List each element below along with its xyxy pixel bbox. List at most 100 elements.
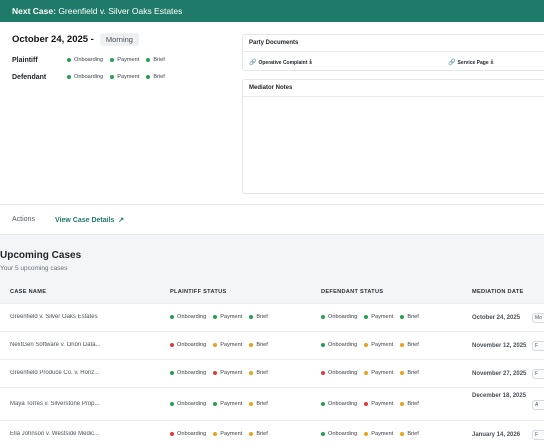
status-label: Onboarding <box>177 370 207 376</box>
status-label: Onboarding <box>177 314 207 320</box>
session-badge: F <box>532 369 544 379</box>
status-indicator: Brief <box>400 401 419 407</box>
session-badge: F <box>532 341 544 351</box>
status-indicator: Brief <box>146 74 165 80</box>
plaintiff-status-cell: Onboarding Payment Brief <box>170 431 275 438</box>
status-label: Brief <box>256 370 268 376</box>
party-documents-title: Party Documents <box>243 35 544 52</box>
view-case-details-link[interactable]: View Case Details ↗ <box>55 216 124 224</box>
status-dot-icon <box>400 343 405 347</box>
case-name-cell[interactable]: Ella Johnson v. Westside Medic... <box>10 431 170 437</box>
defendant-status-row: Defendant Onboarding Payment Brief <box>12 74 172 81</box>
status-dot-icon <box>364 343 369 347</box>
defendant-label: Defendant <box>12 74 47 81</box>
status-label: Payment <box>220 314 243 320</box>
service-page-link[interactable]: 🔗 Service Page ⤓ <box>448 59 493 66</box>
status-dot-icon <box>170 402 174 406</box>
mediator-notes-area[interactable] <box>243 97 544 192</box>
status-dot-icon <box>213 402 218 406</box>
case-name-cell[interactable]: Maya Torres v. Silverstone Prop... <box>10 401 170 407</box>
mediation-date-cell: November 12, 2025 <box>472 343 527 349</box>
column-header-mediation-date[interactable]: MEDIATION DATE <box>472 289 524 295</box>
status-indicator: Brief <box>249 314 268 320</box>
table-row[interactable]: Greenfield v. Silver Oaks Estates Onboard… <box>0 303 544 331</box>
plaintiff-status-cell: Onboarding Payment Brief <box>170 314 275 321</box>
status-indicator: Onboarding <box>170 431 206 437</box>
status-indicator: Onboarding <box>321 401 357 407</box>
status-dot-icon <box>146 75 151 79</box>
defendant-status-cell: Onboarding Payment Brief <box>321 314 426 321</box>
next-case-card: October 24, 2025 - Morning Plaintiff Onb… <box>0 22 544 235</box>
case-name-cell[interactable]: NextGen Software v. Orion Data... <box>10 342 170 348</box>
plaintiff-status-list: Onboarding Payment Brief <box>67 57 172 64</box>
external-arrow-icon: ↗ <box>116 217 125 224</box>
download-icon[interactable]: ⤓ <box>491 59 494 66</box>
operative-complaint-link[interactable]: 🔗 Operative Complaint ⤓ <box>249 59 312 66</box>
plaintiff-status-cell: Onboarding Payment Brief <box>170 342 275 349</box>
defendant-status-list: Onboarding Payment Brief <box>67 74 172 81</box>
status-dot-icon <box>249 432 254 436</box>
session-badge: Morning <box>99 33 139 46</box>
status-indicator: Onboarding <box>321 370 357 376</box>
mediator-notes-title: Mediator Notes <box>243 80 544 97</box>
status-dot-icon <box>249 343 254 347</box>
status-dot-icon <box>400 432 405 436</box>
mediation-date-cell: December 18, 2025 <box>472 393 527 399</box>
column-header-defendant-status[interactable]: DEFENDANT STATUS <box>321 289 383 295</box>
status-indicator: Payment <box>364 401 393 407</box>
mediation-date-cell: October 24, 2025 <box>472 315 521 321</box>
case-name-cell[interactable]: Greenfield Produce Co. v. Horiz... <box>10 370 170 376</box>
defendant-status-cell: Onboarding Payment Brief <box>321 342 426 349</box>
table-row[interactable]: Ella Johnson v. Westside Medic... Onboard… <box>0 420 544 448</box>
status-indicator: Payment <box>110 57 139 63</box>
plaintiff-status-cell: Onboarding Payment Brief <box>170 370 275 377</box>
document-label: Service Page <box>457 59 489 66</box>
next-case-header: Next Case: Greenfield v. Silver Oaks Est… <box>0 0 544 22</box>
mediation-date-cell: November 27, 2025 <box>472 371 527 377</box>
status-dot-icon <box>170 432 174 436</box>
table-row[interactable]: Greenfield Produce Co. v. Horiz... Onboar… <box>0 359 544 387</box>
status-indicator: Onboarding <box>67 57 103 63</box>
status-indicator: Payment <box>110 74 139 80</box>
status-label: Brief <box>407 370 419 376</box>
status-indicator: Brief <box>249 342 268 348</box>
status-label: Payment <box>220 342 243 348</box>
status-label: Onboarding <box>328 370 358 376</box>
status-label: Onboarding <box>177 401 207 407</box>
link-icon: 🔗 <box>448 60 456 66</box>
session-badge: A <box>532 400 544 410</box>
status-indicator: Payment <box>364 314 393 320</box>
status-indicator: Payment <box>213 370 242 376</box>
status-indicator: Onboarding <box>67 74 103 80</box>
status-dot-icon <box>321 315 325 319</box>
status-indicator: Onboarding <box>170 342 206 348</box>
status-label: Brief <box>256 314 268 320</box>
upcoming-cases-title: Upcoming Cases <box>0 250 82 261</box>
status-indicator: Brief <box>400 431 419 437</box>
case-name-cell[interactable]: Greenfield v. Silver Oaks Estates <box>10 314 170 320</box>
status-dot-icon <box>110 75 115 79</box>
status-dot-icon <box>67 58 71 62</box>
mediation-date-cell: January 14, 2026 <box>472 432 521 438</box>
status-label: Onboarding <box>328 342 358 348</box>
plaintiff-status-row: Plaintiff Onboarding Payment Brief <box>12 57 172 64</box>
status-dot-icon <box>321 432 325 436</box>
status-dot-icon <box>364 315 369 319</box>
next-case-prefix: Next Case: <box>12 6 56 16</box>
actions-bar: Actions View Case Details ↗ <box>0 204 544 235</box>
table-row[interactable]: NextGen Software v. Orion Data... Onboard… <box>0 331 544 359</box>
status-dot-icon <box>249 315 254 319</box>
case-date: October 24, 2025 - <box>12 34 94 45</box>
download-icon[interactable]: ⤓ <box>309 59 312 66</box>
status-indicator: Onboarding <box>170 401 206 407</box>
document-label: Operative Complaint <box>258 59 308 66</box>
column-header-case-name[interactable]: CASE NAME <box>10 289 46 295</box>
column-header-plaintiff-status[interactable]: PLAINTIFF STATUS <box>170 289 226 295</box>
status-dot-icon <box>110 58 115 62</box>
status-dot-icon <box>170 371 174 375</box>
status-label: Onboarding <box>328 314 358 320</box>
status-label: Payment <box>371 370 394 376</box>
status-dot-icon <box>364 371 369 375</box>
table-row[interactable]: Maya Torres v. Silverstone Prop... Onboar… <box>0 387 544 420</box>
status-dot-icon <box>249 402 254 406</box>
